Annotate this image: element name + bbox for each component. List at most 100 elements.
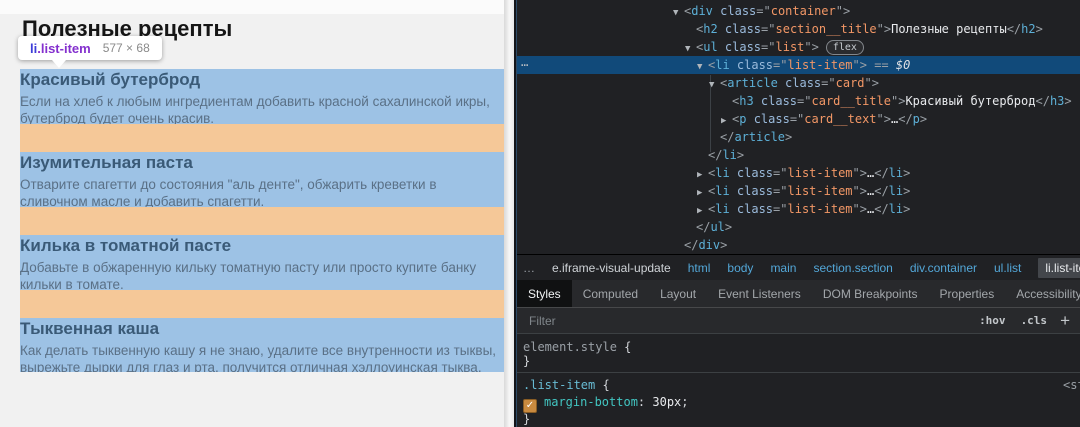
property-enabled-checkbox[interactable]: ✓ [523, 399, 537, 413]
code-token: =" [761, 22, 775, 36]
tree-row[interactable]: ▶<li class="list-item">…</li> [517, 200, 1080, 218]
card-title: Красивый бутерброд [20, 69, 506, 90]
card-title: Изумительная паста [20, 152, 506, 173]
flex-badge[interactable]: flex [826, 40, 864, 55]
code-token: li [722, 148, 736, 162]
property-name[interactable]: margin-bottom [544, 395, 638, 409]
code-token: li [889, 184, 903, 198]
tab-dom-breakpoints[interactable]: DOM Breakpoints [812, 280, 929, 307]
tree-row[interactable]: </div> [517, 236, 1080, 254]
code-token: ul [710, 220, 724, 234]
code-token: h3 [1050, 94, 1064, 108]
code-token: h2 [703, 22, 717, 36]
breadcrumb-overflow-button[interactable]: … [523, 261, 537, 275]
margin-highlight [20, 290, 506, 318]
tree-row[interactable]: ▶<p class="card__text">…</p> [517, 110, 1080, 128]
tab-layout[interactable]: Layout [649, 280, 707, 307]
code-token: div [691, 4, 713, 18]
tree-row[interactable]: ▶<li class="list-item">…</li> [517, 182, 1080, 200]
card-text-line: сливочном масле и добавить спагетти. [20, 193, 506, 207]
tree-row[interactable]: ▼<article class="card"> [517, 74, 1080, 92]
code-token: "> [853, 166, 867, 180]
tree-row[interactable]: </li> [517, 146, 1080, 164]
breadcrumb-item[interactable]: div.container [910, 261, 977, 275]
css-property[interactable]: ✓margin-bottom: 30px; [523, 395, 1080, 410]
code-token: </ [720, 130, 734, 144]
pseudo-state-toggle[interactable]: :hov [979, 314, 1006, 327]
code-token: class [778, 76, 821, 90]
card-text-line: кильки в томате. [20, 276, 506, 290]
code-token: </ [1035, 94, 1049, 108]
styles-filter-input[interactable] [527, 313, 964, 329]
tab-accessibility[interactable]: Accessibility [1005, 280, 1080, 307]
tree-row[interactable]: <h3 class="card__title">Красивый бутербр… [517, 92, 1080, 110]
breadcrumb-item[interactable]: main [770, 261, 796, 275]
card-text-line: Добавьте в обжаренную кильку томатную па… [20, 259, 506, 276]
tab-computed[interactable]: Computed [572, 280, 649, 307]
code-token: list-item [788, 202, 853, 216]
code-token: h2 [1021, 22, 1035, 36]
code-token: > [903, 166, 910, 180]
code-token: </ [708, 148, 722, 162]
tree-row[interactable]: <h2 class="section__title">Полезные реце… [517, 20, 1080, 38]
stylesheet-source-link[interactable]: <style [1063, 378, 1080, 392]
breadcrumb-item[interactable]: html [688, 261, 711, 275]
card-text-line: Если на хлеб к любым ингредиентам добави… [20, 93, 506, 110]
code-token: Красивый бутерброд [905, 94, 1035, 108]
code-token: "> [877, 22, 891, 36]
tab-event-listeners[interactable]: Event Listeners [707, 280, 812, 307]
tree-row[interactable]: </ul> [517, 218, 1080, 236]
inline-style-rule: element.style { } [517, 334, 1080, 372]
code-token: list-item [788, 184, 853, 198]
code-token: article [734, 130, 785, 144]
recipe-card: Килька в томатной пасте Добавьте в обжар… [20, 235, 506, 290]
code-token: class [713, 4, 756, 18]
code-token: class [718, 22, 761, 36]
new-style-rule-button[interactable]: + [1060, 312, 1070, 329]
code-token: class [730, 202, 773, 216]
property-value[interactable]: 30px [652, 395, 681, 409]
page-top-strip [0, 0, 514, 14]
code-token: "> [891, 94, 905, 108]
code-token: card__title [812, 94, 891, 108]
code-token: class [718, 40, 761, 54]
card-text-line: Как делать тыквенную кашу я не знаю, уда… [20, 342, 506, 359]
tree-row[interactable]: </article> [517, 128, 1080, 146]
code-token: article [727, 76, 778, 90]
inline-style-selector[interactable]: element.style [523, 340, 617, 354]
devtools-tabs: StylesComputedLayoutEvent ListenersDOM B… [517, 280, 1080, 308]
code-token: </ [1007, 22, 1021, 36]
tree-row-selected[interactable]: ⋯▼<li class="list-item"> == $0 [517, 56, 1080, 74]
card-title: Килька в томатной пасте [20, 235, 506, 256]
code-token: "> [836, 4, 850, 18]
code-token: > [737, 148, 744, 162]
code-token: > [1064, 94, 1071, 108]
code-token: =" [773, 202, 787, 216]
tab-styles[interactable]: Styles [517, 280, 572, 307]
code-token: </ [874, 202, 888, 216]
tree-row[interactable]: ▼<div class="container"> [517, 2, 1080, 20]
breadcrumb-item[interactable]: ul.list [994, 261, 1021, 275]
breadcrumb-item[interactable]: section.section [813, 261, 892, 275]
code-token: == [867, 58, 896, 72]
tree-row[interactable]: ▼<ul class="list">flex [517, 38, 1080, 56]
code-token: Полезные рецепты [891, 22, 1007, 36]
tab-properties[interactable]: Properties [929, 280, 1006, 307]
margin-highlight [20, 124, 506, 152]
code-token: =" [773, 184, 787, 198]
code-token: > [1036, 22, 1043, 36]
code-token: list-item [788, 58, 853, 72]
code-token: "> [877, 112, 891, 126]
breadcrumb-item[interactable]: li.list-item [1038, 258, 1080, 278]
code-token: > [785, 130, 792, 144]
page-scrollbar[interactable] [504, 0, 514, 427]
code-token: li [715, 184, 729, 198]
tree-row[interactable]: ▶<li class="list-item">…</li> [517, 164, 1080, 182]
code-token: card [836, 76, 865, 90]
card-text-line: бутерброд будет очень красив. [20, 110, 506, 124]
rule-selector[interactable]: .list-item [523, 378, 595, 392]
row-menu-dots-icon[interactable]: ⋯ [521, 56, 529, 74]
element-classes-toggle[interactable]: .cls [1021, 314, 1048, 327]
breadcrumb-item[interactable]: e.iframe-visual-update [552, 261, 671, 275]
breadcrumb-item[interactable]: body [727, 261, 753, 275]
